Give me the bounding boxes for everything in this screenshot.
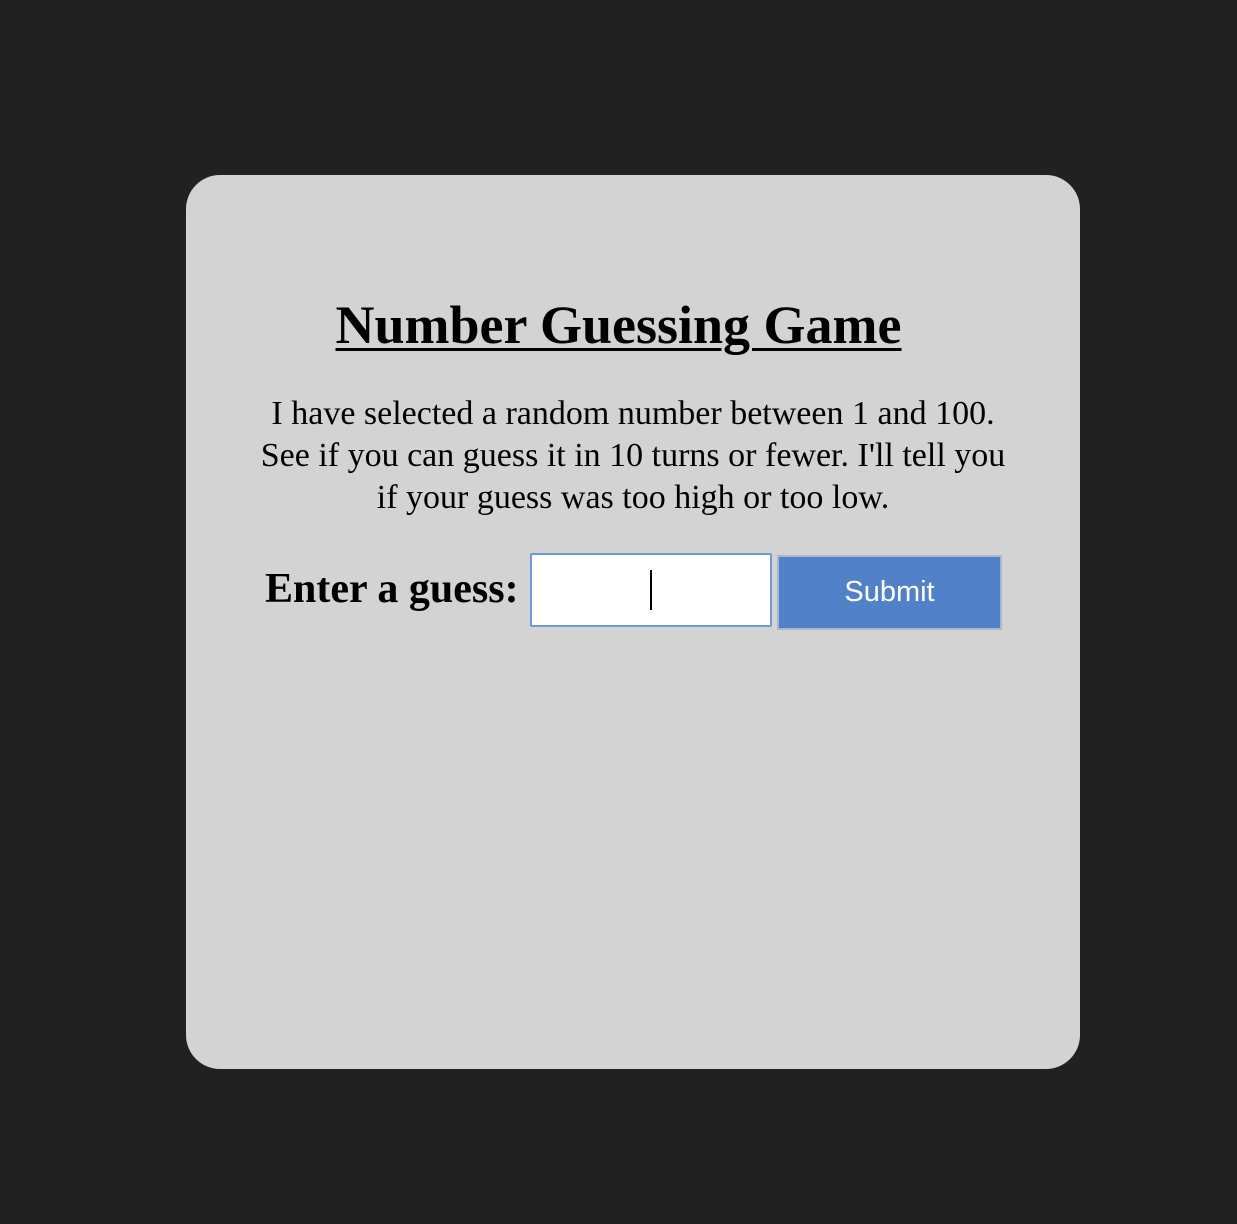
guess-label: Enter a guess: [265,566,519,612]
text-cursor [650,570,652,610]
game-title: Number Guessing Game [335,295,902,355]
game-instructions: I have selected a random number between … [260,395,1006,516]
submit-button[interactable]: Submit [777,555,1002,630]
